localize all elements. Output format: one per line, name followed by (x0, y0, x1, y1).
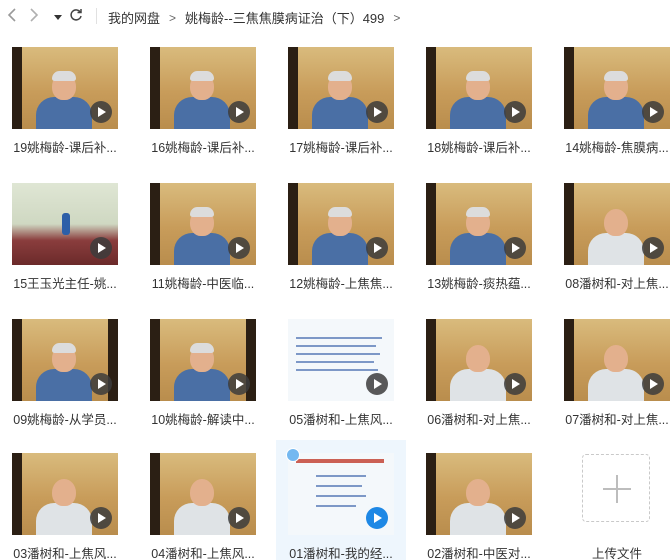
toolbar: 我的网盘 > 姚梅龄--三焦焦膜病证治（下）499 > (0, 0, 671, 32)
video-thumbnail (12, 319, 118, 401)
chevron-right-icon (29, 7, 39, 25)
history-dropdown-button[interactable] (48, 6, 68, 26)
file-name: 12姚梅龄-上焦焦... (289, 277, 393, 291)
file-tile[interactable]: 09姚梅龄-从学员... (0, 306, 130, 434)
file-name: 04潘树和-上焦风... (151, 547, 255, 560)
file-name: 01潘树和-我的经... (289, 547, 393, 560)
file-name: 10姚梅龄-解读中... (151, 413, 255, 427)
file-tile[interactable]: 08潘树和-对上焦... (552, 170, 671, 298)
play-icon[interactable] (228, 101, 250, 123)
video-thumbnail (150, 319, 256, 401)
file-name: 07潘树和-对上焦... (565, 413, 669, 427)
upload-label: 上传文件 (591, 547, 642, 560)
play-icon[interactable] (90, 507, 112, 529)
plus-icon[interactable] (582, 454, 650, 522)
video-thumbnail (426, 453, 532, 535)
video-thumbnail (426, 183, 532, 265)
file-name: 15王玉光主任-姚... (13, 277, 117, 291)
file-tile[interactable]: 12姚梅龄-上焦焦... (276, 170, 406, 298)
video-thumbnail (12, 47, 118, 129)
video-thumbnail (12, 183, 118, 265)
play-icon[interactable] (228, 507, 250, 529)
file-tile[interactable]: 13姚梅龄-痰热蕴... (414, 170, 544, 298)
file-tile[interactable]: 02潘树和-中医对... (414, 440, 544, 560)
video-thumbnail (564, 47, 670, 129)
video-thumbnail (150, 183, 256, 265)
file-tile[interactable]: 03潘树和-上焦风... (0, 440, 130, 560)
file-name: 13姚梅龄-痰热蕴... (427, 277, 531, 291)
video-thumbnail (564, 183, 670, 265)
breadcrumb: 我的网盘 > 姚梅龄--三焦焦膜病证治（下）499 > (108, 8, 409, 27)
play-icon[interactable] (366, 237, 388, 259)
file-tile[interactable]: 06潘树和-对上焦... (414, 306, 544, 434)
video-thumbnail (288, 183, 394, 265)
chevron-left-icon (7, 7, 17, 25)
forward-button[interactable] (24, 6, 44, 26)
breadcrumb-trailing-separator[interactable]: > (393, 11, 400, 25)
selected-check-icon[interactable] (286, 448, 300, 462)
video-thumbnail (564, 319, 670, 401)
file-tile[interactable]: 10姚梅龄-解读中... (138, 306, 268, 434)
play-icon[interactable] (504, 507, 526, 529)
play-icon[interactable] (90, 237, 112, 259)
file-name: 11姚梅龄-中医临... (151, 277, 255, 291)
upload-tile[interactable]: 上传文件 (552, 440, 671, 560)
file-name: 19姚梅龄-课后补... (13, 141, 117, 155)
video-thumbnail (150, 47, 256, 129)
file-name: 02潘树和-中医对... (427, 547, 531, 560)
play-icon[interactable] (642, 101, 664, 123)
play-icon[interactable] (90, 101, 112, 123)
video-thumbnail (288, 453, 394, 535)
file-tile[interactable]: 16姚梅龄-课后补... (138, 34, 268, 162)
video-thumbnail (288, 47, 394, 129)
file-name: 06潘树和-对上焦... (427, 413, 531, 427)
video-thumbnail (426, 319, 532, 401)
breadcrumb-root[interactable]: 我的网盘 (108, 8, 160, 27)
file-name: 14姚梅龄-焦膜病... (565, 141, 669, 155)
file-tile[interactable]: 04潘树和-上焦风... (138, 440, 268, 560)
video-thumbnail (288, 319, 394, 401)
file-name: 16姚梅龄-课后补... (151, 141, 255, 155)
refresh-icon (69, 8, 83, 25)
play-icon[interactable] (504, 101, 526, 123)
file-tile[interactable]: 05潘树和-上焦风... (276, 306, 406, 434)
file-tile[interactable]: 11姚梅龄-中医临... (138, 170, 268, 298)
video-thumbnail (12, 453, 118, 535)
file-name: 17姚梅龄-课后补... (289, 141, 393, 155)
file-tile[interactable]: 14姚梅龄-焦膜病... (552, 34, 671, 162)
file-tile[interactable]: 18姚梅龄-课后补... (414, 34, 544, 162)
play-icon[interactable] (504, 237, 526, 259)
play-icon[interactable] (366, 101, 388, 123)
play-icon[interactable] (366, 507, 388, 529)
file-tile[interactable]: 17姚梅龄-课后补... (276, 34, 406, 162)
toolbar-divider (96, 8, 97, 24)
file-tile-selected[interactable]: 01潘树和-我的经... (276, 440, 406, 560)
video-thumbnail (426, 47, 532, 129)
back-button[interactable] (2, 6, 22, 26)
file-name: 09姚梅龄-从学员... (13, 413, 117, 427)
play-icon[interactable] (228, 373, 250, 395)
play-icon[interactable] (504, 373, 526, 395)
breadcrumb-separator: > (169, 10, 177, 25)
caret-down-icon (54, 9, 62, 24)
file-name: 05潘树和-上焦风... (289, 413, 393, 427)
refresh-button[interactable] (66, 6, 86, 26)
play-icon[interactable] (366, 373, 388, 395)
play-icon[interactable] (642, 237, 664, 259)
file-name: 08潘树和-对上焦... (565, 277, 669, 291)
file-name: 03潘树和-上焦风... (13, 547, 117, 560)
breadcrumb-current[interactable]: 姚梅龄--三焦焦膜病证治（下）499 (185, 8, 384, 27)
file-tile[interactable]: 15王玉光主任-姚... (0, 170, 130, 298)
play-icon[interactable] (90, 373, 112, 395)
file-name: 18姚梅龄-课后补... (427, 141, 531, 155)
file-tile[interactable]: 07潘树和-对上焦... (552, 306, 671, 434)
video-thumbnail (150, 453, 256, 535)
file-tile[interactable]: 19姚梅龄-课后补... (0, 34, 130, 162)
play-icon[interactable] (642, 373, 664, 395)
play-icon[interactable] (228, 237, 250, 259)
